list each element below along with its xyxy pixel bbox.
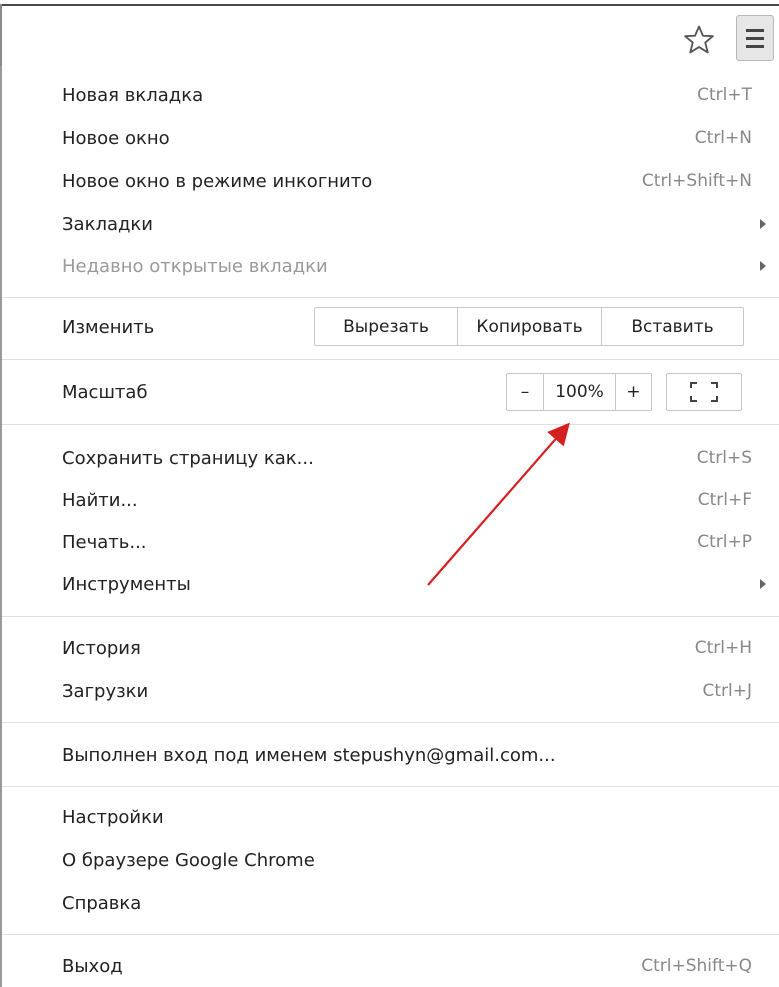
menu-separator — [2, 359, 779, 360]
menu-item-find[interactable]: Найти... Ctrl+F — [62, 480, 752, 520]
menu-item-label: Выполнен вход под именем stepushyn@gmail… — [62, 744, 556, 766]
menu-item-label: Справка — [62, 892, 142, 914]
menu-separator — [2, 786, 779, 787]
submenu-arrow-icon — [760, 579, 766, 589]
menu-item-exit[interactable]: Выход Ctrl+Shift+Q — [62, 946, 752, 986]
menu-item-signed-in[interactable]: Выполнен вход под именем stepushyn@gmail… — [62, 735, 752, 775]
menu-item-bookmarks[interactable]: Закладки — [62, 204, 766, 244]
browser-toolbar — [0, 0, 779, 66]
submenu-arrow-icon — [760, 261, 766, 271]
menu-item-shortcut: Ctrl+Shift+N — [641, 171, 752, 191]
menu-item-settings[interactable]: Настройки — [62, 797, 752, 837]
menu-item-shortcut: Ctrl+T — [697, 85, 752, 105]
star-outline-icon — [684, 25, 714, 54]
menu-separator — [2, 616, 779, 617]
menu-item-label: Загрузки — [62, 680, 149, 702]
menu-item-label: Найти... — [62, 489, 138, 511]
menu-item-label: Выход — [62, 955, 123, 977]
hamburger-menu-icon — [746, 28, 764, 32]
menu-item-label: История — [62, 637, 141, 659]
menu-item-shortcut: Ctrl+Shift+Q — [641, 956, 752, 976]
fullscreen-button[interactable] — [666, 373, 742, 411]
menu-separator — [2, 722, 779, 723]
chrome-menu-button[interactable] — [736, 15, 774, 61]
menu-item-shortcut: Ctrl+J — [702, 681, 752, 701]
menu-item-downloads[interactable]: Загрузки Ctrl+J — [62, 671, 752, 711]
menu-item-label: Инструменты — [62, 573, 191, 595]
fullscreen-icon — [690, 382, 718, 402]
menu-item-history[interactable]: История Ctrl+H — [62, 628, 752, 668]
menu-item-new-window[interactable]: Новое окно Ctrl+N — [62, 118, 752, 158]
cut-button[interactable]: Вырезать — [315, 308, 457, 345]
menu-item-shortcut: Ctrl+H — [694, 638, 752, 658]
menu-item-about[interactable]: О браузере Google Chrome — [62, 840, 752, 880]
menu-item-label: Новая вкладка — [62, 84, 204, 106]
menu-item-label: Изменить — [62, 316, 155, 338]
menu-item-label: О браузере Google Chrome — [62, 849, 315, 871]
menu-item-label: Закладки — [62, 213, 153, 235]
copy-button[interactable]: Копировать — [457, 308, 601, 345]
menu-item-shortcut: Ctrl+F — [697, 490, 752, 510]
menu-item-label: Новое окно в режиме инкогнито — [62, 170, 373, 192]
menu-item-incognito[interactable]: Новое окно в режиме инкогнито Ctrl+Shift… — [62, 161, 752, 201]
menu-item-shortcut: Ctrl+N — [694, 128, 752, 148]
menu-item-shortcut: Ctrl+P — [697, 532, 752, 552]
menu-item-label: Сохранить страницу как... — [62, 447, 314, 469]
zoom-out-button[interactable]: – — [507, 374, 543, 410]
menu-item-tools[interactable]: Инструменты — [62, 564, 766, 604]
menu-item-new-tab[interactable]: Новая вкладка Ctrl+T — [62, 75, 752, 115]
menu-item-shortcut: Ctrl+S — [696, 448, 752, 468]
menu-item-recent-tabs: Недавно открытые вкладки — [62, 246, 766, 286]
menu-separator — [2, 297, 779, 298]
zoom-in-button[interactable]: + — [615, 374, 651, 410]
menu-separator — [2, 424, 779, 425]
menu-item-label: Новое окно — [62, 127, 170, 149]
menu-item-label: Настройки — [62, 806, 164, 828]
menu-item-label: Недавно открытые вкладки — [62, 255, 328, 277]
submenu-arrow-icon — [760, 219, 766, 229]
menu-item-label: Масштаб — [62, 381, 148, 403]
edit-button-group: Вырезать Копировать Вставить — [314, 307, 744, 346]
menu-item-save-page[interactable]: Сохранить страницу как... Ctrl+S — [62, 438, 752, 478]
hamburger-bar — [746, 44, 764, 48]
menu-item-label: Печать... — [62, 531, 147, 553]
bookmark-star-button[interactable] — [676, 18, 722, 62]
zoom-level-value: 100% — [543, 374, 615, 410]
toolbar-left-border — [0, 4, 2, 66]
paste-button[interactable]: Вставить — [601, 308, 743, 345]
menu-item-print[interactable]: Печать... Ctrl+P — [62, 522, 752, 562]
zoom-control-group: – 100% + — [506, 373, 652, 411]
menu-separator — [2, 934, 779, 935]
hamburger-bar — [746, 36, 764, 40]
menu-item-help[interactable]: Справка — [62, 883, 752, 923]
chrome-main-menu: Новая вкладка Ctrl+T Новое окно Ctrl+N Н… — [0, 66, 779, 987]
toolbar-border — [0, 4, 779, 6]
